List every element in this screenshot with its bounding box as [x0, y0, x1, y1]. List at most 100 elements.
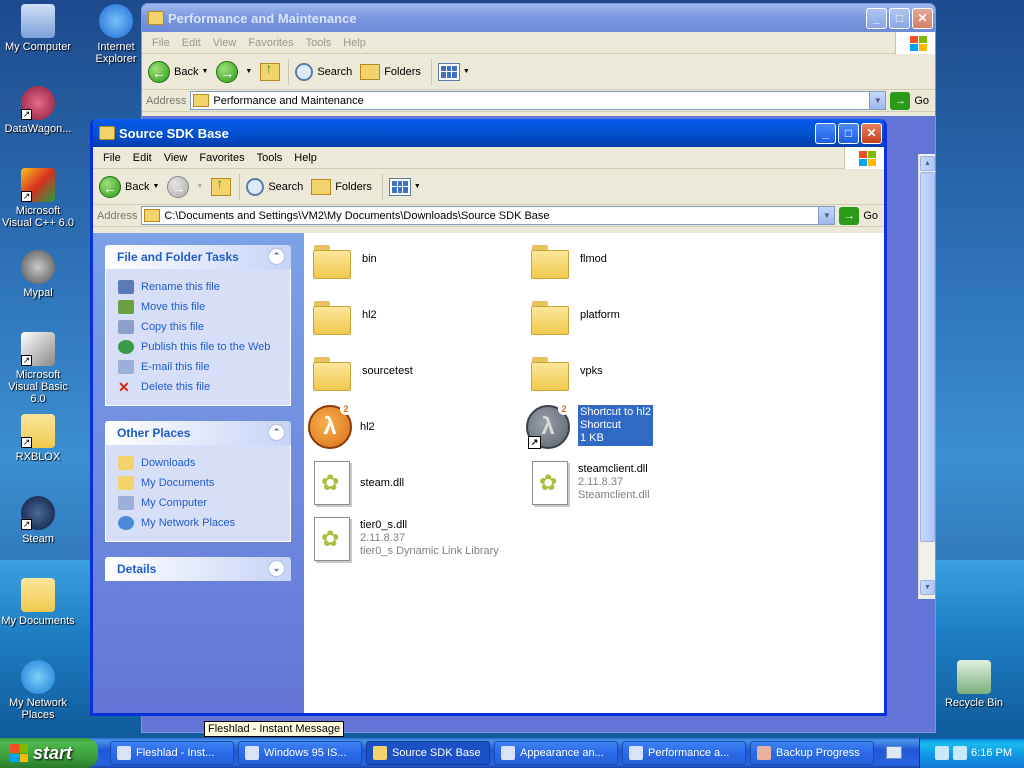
file-item-dll[interactable]: tier0_s.dll 2.11.8.37 tier0_s Dynamic Li…	[314, 517, 499, 561]
task-rename[interactable]: Rename this file	[118, 277, 290, 297]
menu-favorites[interactable]: Favorites	[193, 152, 250, 164]
menu-favorites[interactable]: Favorites	[242, 37, 299, 49]
close-button[interactable]: ✕	[861, 122, 882, 144]
menu-tools[interactable]: Tools	[300, 37, 338, 49]
start-button[interactable]: start	[0, 738, 98, 768]
menu-tools[interactable]: Tools	[251, 152, 289, 164]
views-button[interactable]: ▼	[388, 177, 421, 196]
desktop-icon-mypal[interactable]: Mypal	[0, 250, 76, 299]
collapse-chevron-icon[interactable]: ⌃	[268, 248, 285, 265]
task-copy[interactable]: Copy this file	[118, 317, 290, 337]
desktop-icon-datawagon[interactable]: ↗ DataWagon...	[0, 86, 76, 135]
users-icon[interactable]	[935, 746, 950, 760]
menu-help[interactable]: Help	[337, 37, 372, 49]
menu-edit[interactable]: Edit	[176, 37, 207, 49]
menu-view[interactable]: View	[207, 37, 243, 49]
maximize-button[interactable]: □	[838, 122, 859, 144]
address-dropdown-button[interactable]: ▼	[869, 92, 886, 109]
scroll-down-button[interactable]: ▼	[920, 580, 935, 595]
file-item-folder[interactable]: bin	[312, 241, 377, 279]
back-button[interactable]: ← Back ▼	[99, 175, 159, 198]
place-my-network-places[interactable]: My Network Places	[118, 513, 290, 533]
file-item-shortcut[interactable]: λ 2 ↗ Shortcut to hl2 Shortcut 1 KB	[526, 403, 653, 449]
desktop-icon-steam[interactable]: ↗ Steam	[0, 496, 76, 545]
place-downloads[interactable]: Downloads	[118, 453, 290, 473]
menu-file[interactable]: File	[146, 37, 176, 49]
up-folder-icon[interactable]	[260, 60, 281, 81]
place-my-documents[interactable]: My Documents	[118, 473, 290, 493]
desktop-icon-visual-cpp[interactable]: ↗ Microsoft Visual C++ 6.0	[0, 168, 76, 229]
taskbar-button-windows95[interactable]: Windows 95 IS...	[238, 741, 362, 765]
minimize-button[interactable]: _	[866, 7, 887, 29]
file-view[interactable]: bin flmod hl2 platform sourcetest vpks λ…	[304, 233, 884, 713]
scroll-up-button[interactable]: ▲	[920, 156, 935, 171]
expand-chevron-icon[interactable]: ⌄	[268, 560, 285, 577]
vertical-scrollbar[interactable]: ▲ ▼	[918, 154, 935, 599]
collapse-chevron-icon[interactable]: ⌃	[268, 424, 285, 441]
address-input[interactable]: Performance and Maintenance ▼	[190, 91, 887, 110]
file-item-folder[interactable]: platform	[530, 297, 620, 335]
desktop-icon-rxblox[interactable]: ↗ RXBLOX	[0, 414, 76, 463]
tooltip: Fleshlad - Instant Message	[204, 721, 345, 737]
address-value: Performance and Maintenance	[213, 94, 364, 107]
panel-header[interactable]: Other Places ⌃	[105, 421, 291, 445]
task-email[interactable]: E-mail this file	[118, 357, 290, 377]
panel-header[interactable]: Details ⌄	[105, 557, 291, 581]
internet-explorer-icon	[99, 4, 133, 38]
desktop-icon-recycle-bin[interactable]: Recycle Bin	[936, 660, 1012, 709]
taskbar-button-performance[interactable]: Performance a...	[622, 741, 746, 765]
maximize-button[interactable]: □	[889, 7, 910, 29]
taskbar-button-instant-message[interactable]: Fleshlad - Inst...	[110, 741, 234, 765]
close-button[interactable]: ✕	[912, 7, 933, 29]
window-title: Performance and Maintenance	[168, 10, 357, 26]
forward-button[interactable]: → ▼	[216, 60, 252, 83]
menu-view[interactable]: View	[158, 152, 194, 164]
keyboard-icon[interactable]	[886, 746, 902, 759]
minimize-button[interactable]: _	[815, 122, 836, 144]
address-dropdown-button[interactable]: ▼	[818, 207, 835, 224]
shortcut-arrow-icon: ↗	[528, 436, 541, 449]
search-button[interactable]: Search	[295, 62, 352, 81]
chevron-down-icon: ▼	[201, 68, 209, 75]
go-button[interactable]: → Go	[890, 91, 929, 110]
file-item-dll[interactable]: steam.dll	[314, 461, 404, 505]
search-button[interactable]: Search	[246, 177, 303, 196]
task-delete[interactable]: ✕ Delete this file	[118, 377, 290, 397]
forward-button[interactable]: → ▼	[167, 175, 203, 198]
taskbar-button-backup-progress[interactable]: Backup Progress	[750, 741, 874, 765]
title-bar[interactable]: Source SDK Base _ □ ✕	[93, 119, 884, 147]
panel-header[interactable]: File and Folder Tasks ⌃	[105, 245, 291, 269]
taskbar-button-appearance[interactable]: Appearance an...	[494, 741, 618, 765]
network-icon[interactable]	[953, 746, 968, 760]
scroll-thumb[interactable]	[920, 172, 935, 542]
place-my-computer[interactable]: My Computer	[118, 493, 290, 513]
menu-edit[interactable]: Edit	[127, 152, 158, 164]
file-item-dll[interactable]: steamclient.dll 2.11.8.37 Steamclient.dl…	[532, 461, 650, 505]
title-bar[interactable]: Performance and Maintenance _ □ ✕	[142, 4, 935, 32]
file-item-folder[interactable]: hl2	[312, 297, 377, 335]
back-button[interactable]: ← Back ▼	[148, 60, 209, 83]
views-button[interactable]: ▼	[437, 62, 470, 81]
taskbar-button-source-sdk-base[interactable]: Source SDK Base	[366, 741, 490, 765]
folders-button[interactable]: Folders	[311, 178, 372, 195]
file-item-folder[interactable]: vpks	[530, 353, 603, 391]
toolbar-separator	[381, 173, 383, 200]
desktop-icon-my-documents[interactable]: My Documents	[0, 578, 76, 627]
folders-button[interactable]: Folders	[360, 63, 421, 80]
menu-help[interactable]: Help	[288, 152, 323, 164]
task-publish[interactable]: Publish this file to the Web	[118, 337, 290, 357]
address-input[interactable]: C:\Documents and Settings\VM2\My Documen…	[141, 206, 836, 225]
task-move[interactable]: Move this file	[118, 297, 290, 317]
clock[interactable]: 6:16 PM	[971, 747, 1012, 759]
up-folder-icon[interactable]	[211, 175, 232, 196]
desktop-icon-visual-basic[interactable]: ↗ Microsoft Visual Basic 6.0	[0, 332, 76, 405]
menu-file[interactable]: File	[97, 152, 127, 164]
file-item-application[interactable]: λ 2 hl2	[308, 403, 375, 449]
file-item-folder[interactable]: flmod	[530, 241, 607, 279]
go-button[interactable]: → Go	[839, 206, 878, 225]
file-name: steamclient.dll	[578, 463, 648, 475]
desktop-icon-my-computer[interactable]: My Computer	[0, 4, 76, 53]
file-item-folder[interactable]: sourcetest	[312, 353, 413, 391]
window-source-sdk-base[interactable]: Source SDK Base _ □ ✕ File Edit View Fav…	[90, 119, 887, 716]
desktop-icon-my-network-places[interactable]: My Network Places	[0, 660, 76, 721]
